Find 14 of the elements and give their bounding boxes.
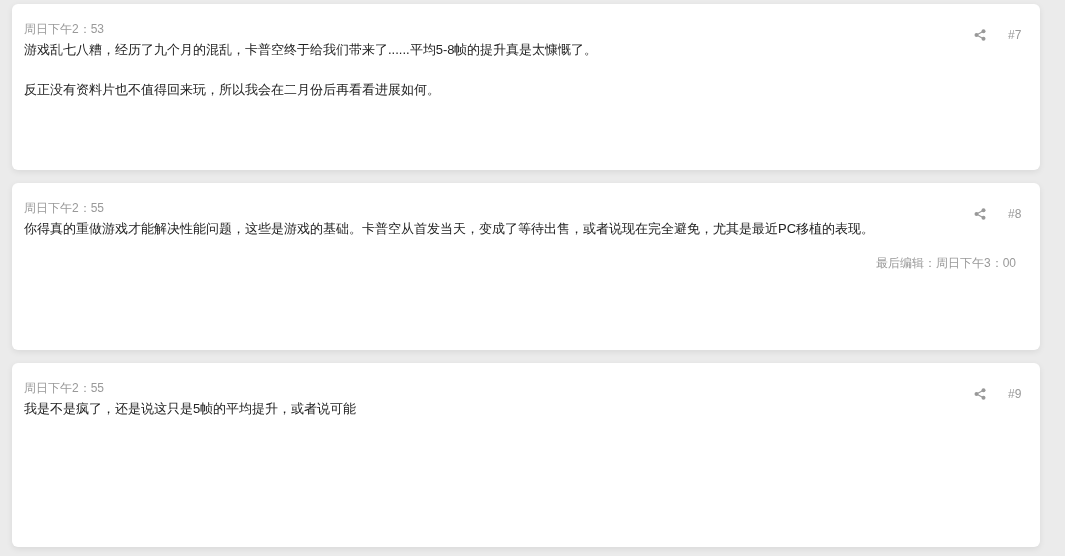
post-number[interactable]: #7 — [1008, 28, 1028, 42]
post-time: 周日下午2：55 — [24, 199, 105, 217]
share-icon[interactable] — [974, 208, 986, 220]
post-text: 游戏乱七八糟，经历了九个月的混乱，卡普空终于给我们带来了......平均5-8帧的提升真是太慷慨了。 — [24, 41, 599, 59]
post-text: 你得真的重做游戏才能解决性能问题，这些是游戏的基础。卡普空从首发当天，变成了等待出售，或者说现在完全避免，尤其是最近PC移植的表现。 — [24, 220, 876, 238]
edit-note: 最后编辑：周日下午3：00 — [875, 255, 1016, 272]
share-icon[interactable] — [974, 388, 986, 400]
post-text: 我是不是疯了，还是说这只是5帧的平均提升，或者说可能 — [24, 400, 358, 418]
post-time: 周日下午2：55 — [24, 379, 105, 397]
post-number[interactable]: #9 — [1008, 387, 1028, 401]
post-time: 周日下午2：53 — [24, 20, 105, 38]
post-number[interactable]: #8 — [1008, 207, 1028, 221]
share-icon[interactable] — [974, 29, 986, 41]
post-text: 反正没有资料片也不值得回来玩，所以我会在二月份后再看看进展如何。 — [24, 81, 441, 99]
